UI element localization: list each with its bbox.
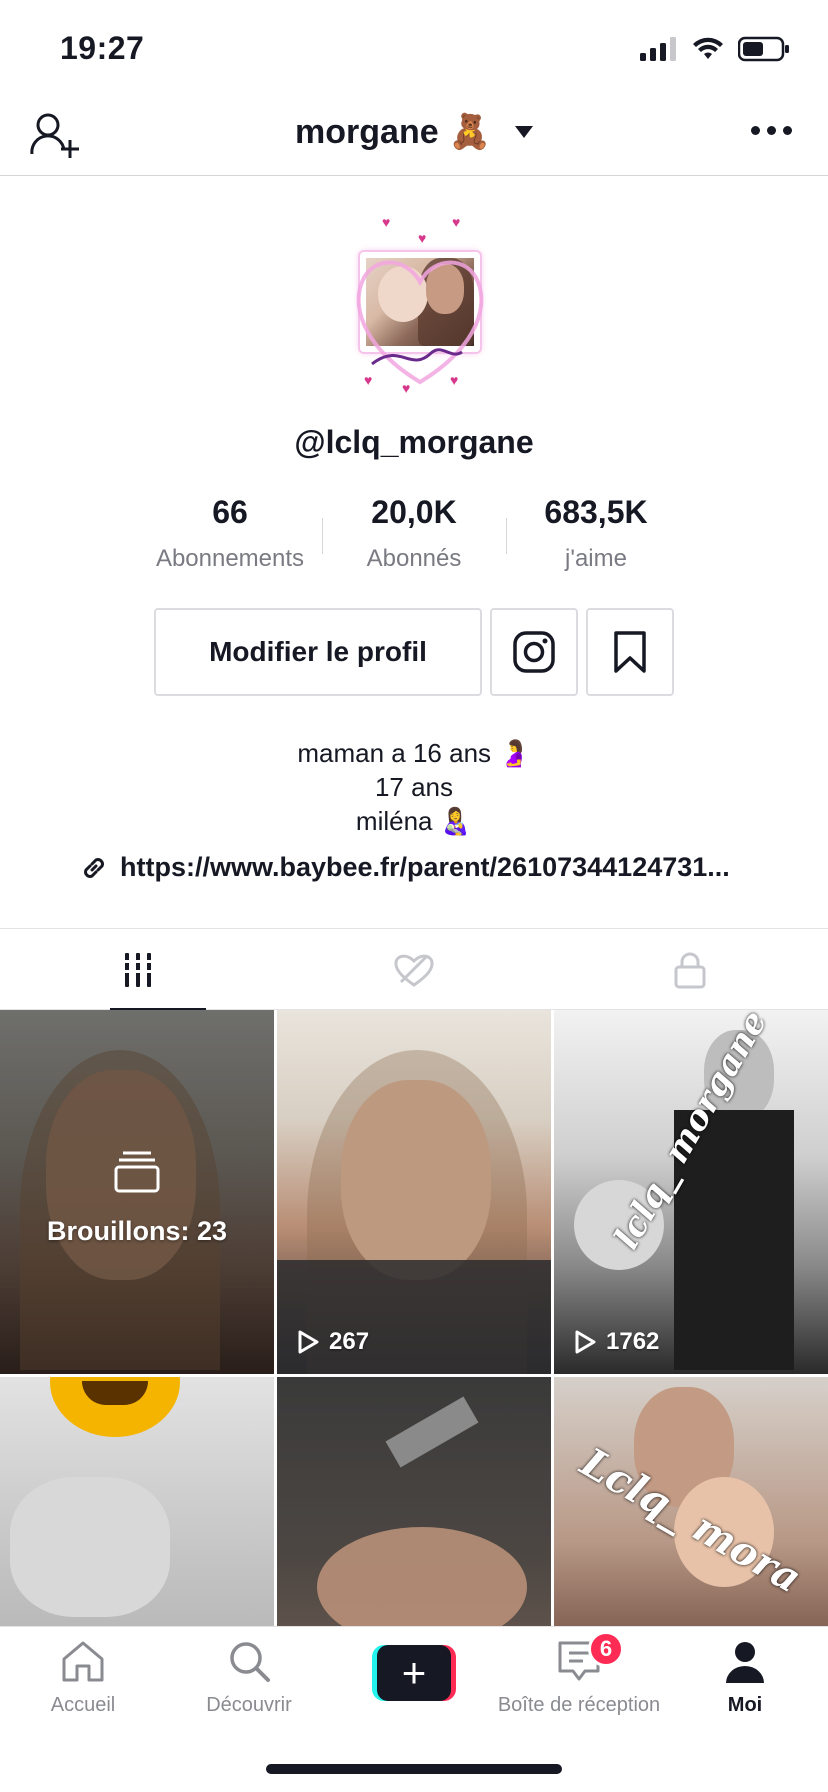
- nav-inbox[interactable]: Boîte de réception: [496, 1639, 662, 1717]
- plus-icon: +: [377, 1645, 451, 1701]
- stat-label: Abonnés: [366, 545, 462, 572]
- drafts-tile[interactable]: Brouillons: 23: [0, 1010, 274, 1374]
- profile-header: morgane 🧸: [0, 96, 828, 176]
- status-time: 19:27: [60, 30, 145, 66]
- play-icon: [298, 1330, 319, 1354]
- profile-link-text: https://www.baybee.fr/parent/26107344124…: [120, 852, 730, 882]
- profile-handle: @lclq_morgane: [294, 424, 534, 460]
- video-tile[interactable]: [0, 1377, 274, 1626]
- stat-label: Abonnements: [155, 545, 305, 572]
- wifi-icon: [693, 37, 723, 59]
- stat-value: 683,5K: [544, 494, 648, 530]
- bio-line: maman a 16 ans 🤰: [297, 738, 531, 768]
- heart-icon: ♥: [450, 372, 459, 388]
- video-tile[interactable]: lclq_ morgane 1762: [554, 1010, 828, 1374]
- liked-heart-icon: [394, 954, 434, 987]
- signal-icon: [640, 37, 676, 61]
- create-video-button[interactable]: +: [372, 1645, 456, 1701]
- nav-label: Boîte de réception: [497, 1694, 661, 1716]
- stat-value: 20,0K: [371, 494, 457, 530]
- nav-label: Moi: [727, 1694, 763, 1716]
- nav-home[interactable]: Accueil: [0, 1639, 166, 1717]
- edit-profile-button[interactable]: Modifier le profil: [154, 608, 482, 696]
- link-icon: [84, 857, 104, 878]
- view-count-text: 1762: [606, 1328, 660, 1355]
- stat-likes[interactable]: 683,5K j'aime: [506, 494, 686, 573]
- nav-label: Accueil: [50, 1694, 116, 1716]
- profile-bio: maman a 16 ans 🤰 17 ans miléna 👩‍🍼: [0, 736, 828, 838]
- search-icon: [230, 1642, 270, 1682]
- inbox-badge: 6: [588, 1631, 624, 1667]
- nav-label: Découvrir: [206, 1694, 292, 1716]
- profile-icon: [726, 1642, 764, 1683]
- heart-icon: ♥: [452, 214, 461, 230]
- stat-followers[interactable]: 20,0K Abonnés: [324, 494, 504, 573]
- nav-discover[interactable]: Découvrir: [166, 1639, 332, 1717]
- nav-profile[interactable]: Moi: [662, 1639, 828, 1717]
- tab-liked[interactable]: [276, 929, 552, 1011]
- video-tile[interactable]: Lclq_ mora: [554, 1377, 828, 1626]
- avatar[interactable]: ♥ ♥ ♥ ♥ ♥ ♥: [350, 212, 490, 398]
- lock-icon: [674, 952, 706, 989]
- stat-following[interactable]: 66 Abonnements: [140, 494, 320, 573]
- home-icon: [62, 1641, 104, 1682]
- view-count: 267: [297, 1328, 369, 1356]
- video-tile[interactable]: [277, 1377, 551, 1626]
- status-bar: 19:27: [0, 0, 828, 96]
- divider: [322, 518, 323, 554]
- tab-private[interactable]: [552, 929, 828, 1011]
- heart-outline-decoration: [356, 260, 484, 385]
- status-icons: [640, 36, 790, 62]
- heart-icon: ♥: [402, 380, 411, 396]
- heart-icon: ♥: [382, 214, 391, 230]
- header-username: morgane: [295, 112, 439, 151]
- play-icon: [575, 1330, 596, 1354]
- favorites-button[interactable]: [586, 608, 674, 696]
- more-options-icon[interactable]: [751, 126, 792, 135]
- bio-line: miléna 👩‍🍼: [355, 806, 473, 836]
- stat-label: j'aime: [565, 545, 627, 572]
- view-count: 1762: [574, 1328, 659, 1356]
- caret-down-icon: [514, 126, 533, 138]
- video-tile[interactable]: 267: [277, 1010, 551, 1374]
- tab-videos[interactable]: [0, 929, 276, 1012]
- bio-line: 17 ans: [374, 772, 454, 802]
- profile-stats: 66 Abonnements 20,0K Abonnés 683,5K j'ai…: [0, 494, 828, 574]
- drafts-box-icon: [114, 1151, 160, 1193]
- bookmark-icon: [614, 631, 646, 673]
- instagram-icon: [513, 631, 555, 673]
- home-indicator[interactable]: [266, 1764, 562, 1774]
- drafts-label: Brouillons: 23: [46, 1216, 228, 1246]
- heart-icon: ♥: [364, 372, 373, 388]
- view-count-text: 267: [329, 1328, 370, 1355]
- profile-link[interactable]: https://www.baybee.fr/parent/26107344124…: [80, 852, 730, 883]
- stat-value: 66: [212, 494, 248, 530]
- battery-icon: [738, 36, 789, 62]
- header-emoji: 🧸: [448, 113, 491, 151]
- instagram-button[interactable]: [490, 608, 578, 696]
- content-tabs: [0, 928, 828, 1012]
- video-grid: Brouillons: 23 267 lclq_ morgane 1762 Lc…: [0, 1010, 828, 1626]
- account-switcher[interactable]: morgane 🧸: [0, 112, 828, 152]
- grid-icon: [122, 953, 154, 987]
- drafts-overlay: Brouillons: 23: [0, 1150, 274, 1247]
